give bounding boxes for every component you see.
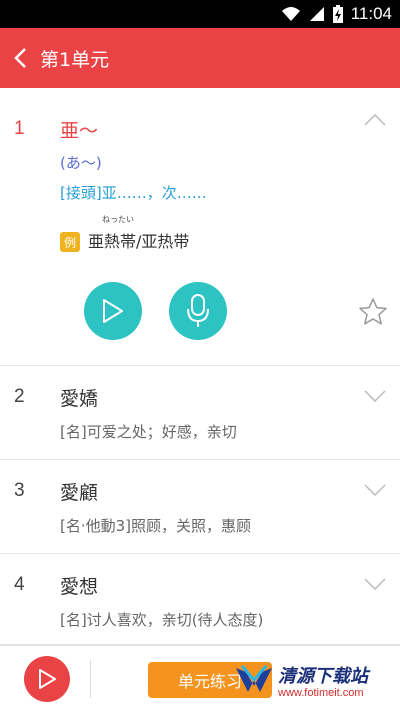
word-entry[interactable]: 3 愛顧 [名·他動3]照顾，关照，惠顾 [0,460,400,554]
status-bar: 11:04 [0,0,400,28]
entry-word: 愛嬌 [60,388,99,410]
chevron-up-icon[interactable] [364,114,386,126]
wifi-icon [281,7,300,21]
app-bar: 第1单元 [0,28,400,88]
entry-word: 愛想 [60,576,99,598]
word-entry-expanded[interactable]: 1 亜～ (あ～) [接頭]亚……，次…… 例 ねったい 亜熱帯/亚热带 [0,88,400,366]
divider [90,660,91,698]
entry-number: 4 [14,574,25,595]
microphone-icon [187,294,209,327]
watermark-title: 清源下载站 [278,666,368,687]
example-badge: 例 [60,232,80,252]
battery-icon [332,5,343,23]
entry-word: 亜～ [60,120,99,142]
entry-number: 3 [14,480,25,501]
play-all-button[interactable] [24,656,70,702]
clock: 11:04 [350,4,392,23]
play-audio-button[interactable] [84,282,142,340]
chevron-left-icon [14,48,26,68]
entry-meaning: [名]可爱之处；好感，亲切 [60,423,237,441]
example-sentence: 例 ねったい 亜熱帯/亚热带 [60,215,190,252]
chevron-down-icon[interactable] [364,390,386,402]
record-voice-button[interactable] [169,282,227,340]
bottom-bar: 单元练习 清源下载站 www.fotimeit.com [0,645,400,710]
signal-icon [309,7,324,21]
entry-meaning: [名]讨人喜欢，亲切(待人态度) [60,611,264,629]
word-list: 1 亜～ (あ～) [接頭]亚……，次…… 例 ねったい 亜熱帯/亚热带 2 愛… [0,88,400,645]
play-icon [103,299,123,323]
entry-definition: [接頭]亚……，次…… [60,184,207,202]
example-ruby: ねったい [102,215,134,224]
entry-word: 愛顧 [60,482,99,504]
watermark-url: www.fotimeit.com [278,687,364,699]
play-icon [39,669,56,689]
entry-number: 2 [14,386,25,407]
chevron-down-icon[interactable] [364,578,386,590]
page-title: 第1单元 [40,48,110,71]
chevron-down-icon[interactable] [364,484,386,496]
watermark-logo-icon [236,665,272,692]
entry-meaning: [名·他動3]照顾，关照，惠顾 [60,517,252,535]
status-icons: 11:04 [281,4,392,24]
example-body: 亜熱帯/亚热带 [88,232,190,251]
word-entry[interactable]: 2 愛嬌 [名]可爱之处；好感，亲切 [0,366,400,460]
back-button[interactable] [0,28,40,88]
example-text: ねったい 亜熱帯/亚热带 [88,215,190,252]
entry-number: 1 [14,118,25,139]
watermark: 清源下载站 www.fotimeit.com [230,656,400,706]
entry-reading: (あ～) [60,154,102,172]
star-icon[interactable] [358,297,388,327]
word-entry[interactable]: 4 愛想 [名]讨人喜欢，亲切(待人态度) [0,554,400,645]
